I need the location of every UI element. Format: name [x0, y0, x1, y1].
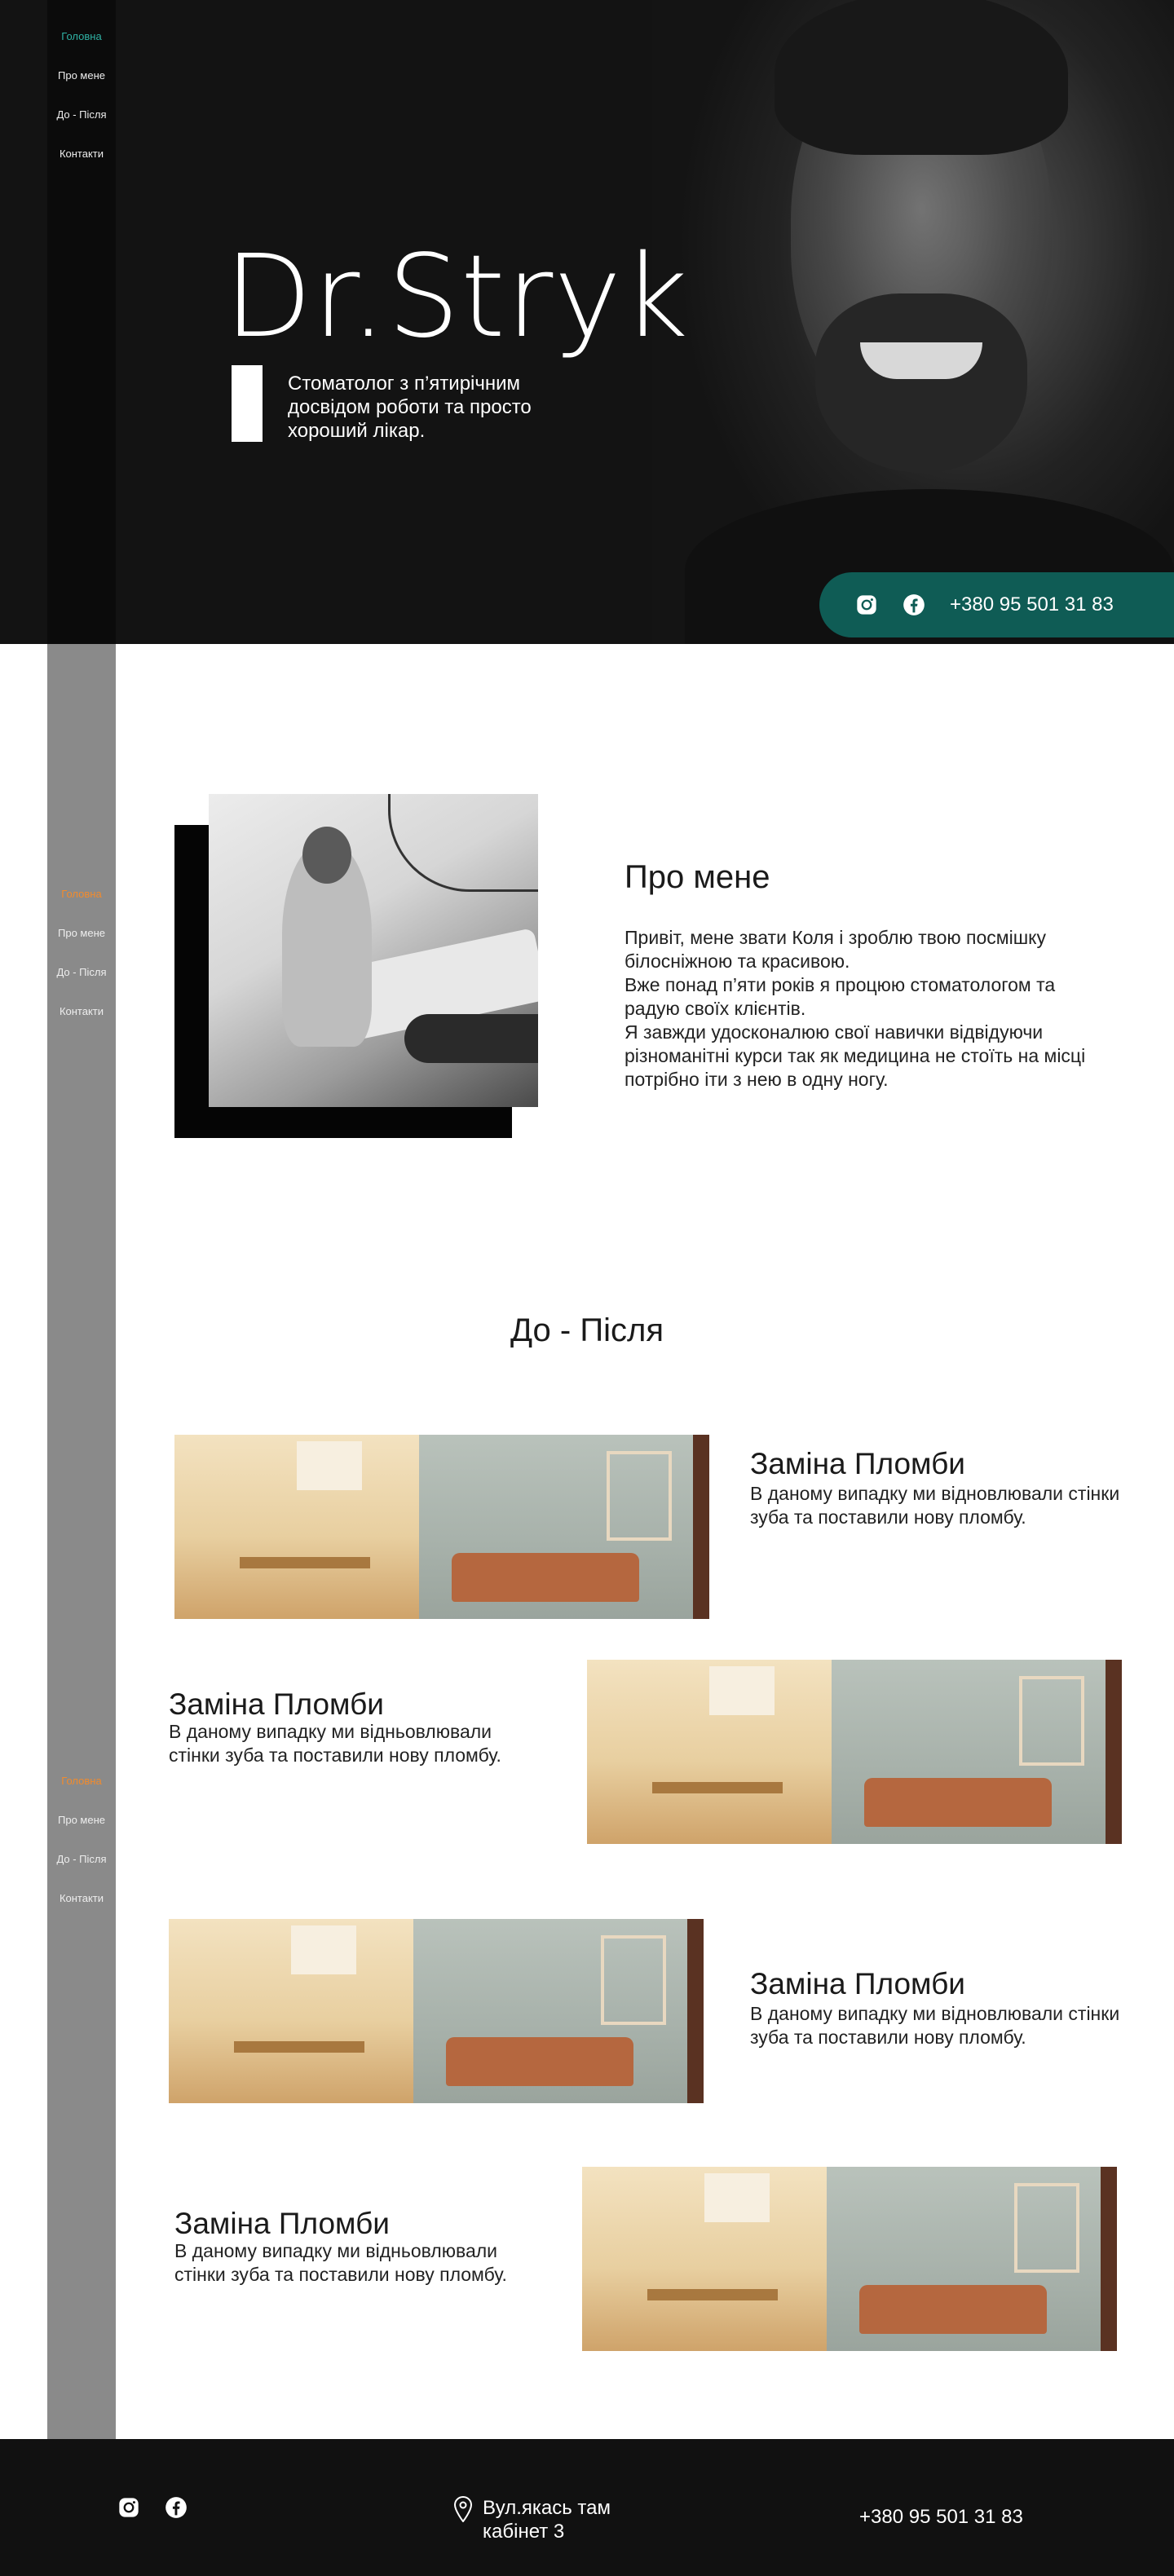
- about-photo: [209, 794, 538, 1107]
- case-title: Заміна Пломби: [750, 1967, 965, 2000]
- nav-item-before-after[interactable]: До - Після: [47, 1852, 116, 1891]
- nav-item-about[interactable]: Про мене: [47, 68, 116, 108]
- case-image: [582, 2167, 1117, 2351]
- hero-subtitle: Стоматолог з п’ятирічним досвідом роботи…: [288, 373, 532, 442]
- sidebar-nav-hero: Головна Про мене До - Після Контакти: [47, 29, 116, 186]
- about-line: Вже понад п’яти років я процюю стоматоло…: [625, 974, 1056, 1019]
- instagram-icon[interactable]: [117, 2496, 140, 2519]
- case-image: [174, 1435, 709, 1619]
- subtitle-marker: [232, 365, 263, 442]
- nav-item-before-after[interactable]: До - Після: [47, 965, 116, 1004]
- nav-item-about[interactable]: Про мене: [47, 1813, 116, 1852]
- nav-item-home[interactable]: Головна: [47, 1774, 116, 1813]
- about-line: Я завжди удосконалюю свої навички відвід…: [625, 1021, 1086, 1090]
- sidebar-nav-cases: Головна Про мене До - Після Контакти: [47, 1774, 116, 1930]
- case-text: В даному випадку ми відньовлювали стінки…: [174, 2240, 507, 2285]
- about-line: Привіт, мене звати Коля і зроблю твою по…: [625, 927, 1046, 972]
- nav-item-contacts[interactable]: Контакти: [47, 1004, 116, 1043]
- instagram-icon[interactable]: [855, 593, 878, 616]
- nav-item-home[interactable]: Головна: [47, 29, 116, 68]
- before-after-title: До - Після: [510, 1312, 664, 1348]
- case-image: [587, 1660, 1122, 1844]
- nav-item-about[interactable]: Про мене: [47, 926, 116, 965]
- footer-address: Вул.якась там кабінет 3: [483, 2497, 611, 2543]
- case-title: Заміна Пломби: [174, 2207, 390, 2240]
- hero-section: Dr.Stryk Стоматолог з п’ятирічним досвід…: [0, 0, 1174, 644]
- facebook-icon[interactable]: [903, 593, 925, 616]
- nav-item-contacts[interactable]: Контакти: [47, 1891, 116, 1930]
- case-title: Заміна Пломби: [750, 1447, 965, 1480]
- about-title: Про мене: [625, 859, 770, 895]
- sidebar-nav-about: Головна Про мене До - Після Контакти: [47, 887, 116, 1043]
- contact-pill: +380 95 501 31 83: [819, 572, 1174, 637]
- about-text: Привіт, мене звати Коля і зроблю твою по…: [625, 926, 1114, 1092]
- hero-phone[interactable]: +380 95 501 31 83: [950, 593, 1114, 616]
- nav-item-home[interactable]: Головна: [47, 887, 116, 926]
- case-title: Заміна Пломби: [169, 1687, 384, 1721]
- brand-title: Dr.Stryk: [224, 231, 690, 364]
- case-text: В даному випадку ми відновлювали стінки …: [750, 1483, 1120, 1528]
- doctor-portrait: [652, 0, 1174, 644]
- case-text: В даному випадку ми відновлювали стінки …: [750, 2003, 1120, 2048]
- case-text: В даному випадку ми відньовлювали стінки…: [169, 1721, 501, 1766]
- location-pin-icon: [453, 2496, 473, 2522]
- nav-item-before-after[interactable]: До - Після: [47, 108, 116, 147]
- case-image: [169, 1919, 704, 2103]
- facebook-icon[interactable]: [165, 2496, 188, 2519]
- footer-phone[interactable]: +380 95 501 31 83: [859, 2506, 1023, 2529]
- nav-item-contacts[interactable]: Контакти: [47, 147, 116, 186]
